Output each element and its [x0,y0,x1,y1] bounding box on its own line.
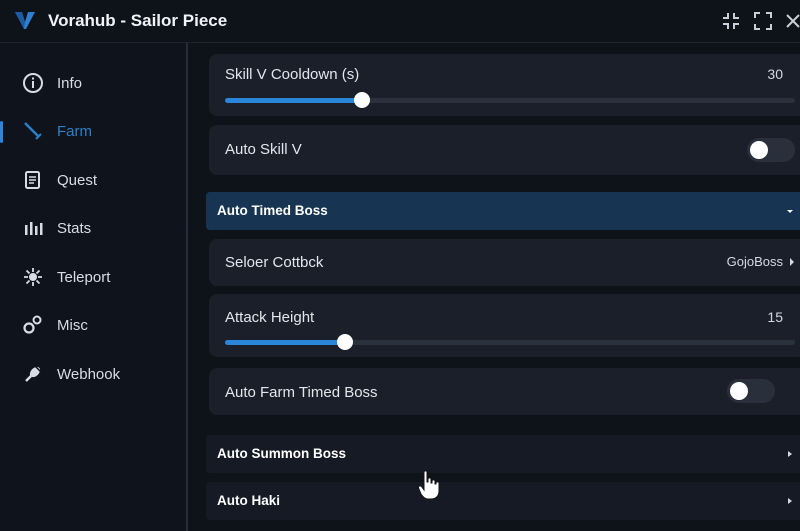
hand-cursor-icon [418,470,440,500]
gears-icon [23,315,42,334]
link-icon [25,365,42,382]
slider-fill [225,340,345,345]
slider-fill [225,98,362,103]
section-auto-timed-boss[interactable]: Auto Timed Boss [206,192,800,230]
skill-v-cooldown-slider[interactable] [225,92,795,108]
sidebar-item-label: Teleport [57,269,111,286]
minimize-button[interactable] [720,10,742,32]
toggle-label: Auto Farm Timed Boss [225,384,378,401]
close-button[interactable] [784,10,800,32]
bars-icon [25,222,43,235]
scroll-icon [25,171,40,189]
sidebar-item-label: Misc [57,317,88,334]
attack-height-slider[interactable] [225,334,795,350]
skill-v-cooldown-slider-card: Skill V Cooldown (s) 30 [209,54,800,116]
section-auto-haki[interactable]: Auto Haki [206,482,800,520]
chevron-right-icon [788,498,792,504]
sidebar: Info Farm Quest Stats Teleport Misc Webh… [0,43,188,531]
section-auto-summon-boss[interactable]: Auto Summon Boss [206,435,800,473]
info-icon [23,73,43,93]
select-boss-dropdown[interactable]: Seloer Cottbck GojoBoss [209,239,800,286]
slider-value: 15 [767,309,783,325]
toggle-knob [750,141,768,159]
dropdown-label: Seloer Cottbck [225,254,324,271]
auto-skill-v-toggle[interactable] [747,138,795,162]
toggle-knob [730,382,748,400]
section-title: Auto Timed Boss [217,203,328,218]
sidebar-item-label: Farm [57,123,92,140]
vorahub-logo-icon [15,12,35,29]
chevron-down-icon [787,210,793,213]
sidebar-item-info[interactable]: Info [0,65,186,101]
settings-panel: Skill V Cooldown (s) 30 Auto Skill V Aut… [188,43,800,531]
dropdown-selected-value: GojoBoss [726,254,783,269]
title-bar: Vorahub - Sailor Piece [0,0,800,43]
active-indicator [0,121,3,143]
sidebar-item-label: Quest [57,172,98,189]
slider-knob[interactable] [353,92,370,108]
sidebar-item-label: Stats [57,220,92,237]
maximize-button[interactable] [752,10,774,32]
slider-label: Skill V Cooldown (s) [225,66,360,83]
auto-skill-v-toggle-card: Auto Skill V [209,125,800,175]
expand-icon [754,12,772,30]
sidebar-item-quest[interactable]: Quest [0,162,186,198]
attack-height-slider-card: Attack Height 15 [209,294,800,357]
section-title: Auto Haki [217,493,281,508]
slider-knob[interactable] [336,334,353,350]
sidebar-item-stats[interactable]: Stats [0,210,186,246]
sidebar-item-misc[interactable]: Misc [0,307,186,343]
auto-farm-timed-boss-toggle-card: Auto Farm Timed Boss [209,368,800,415]
auto-farm-timed-boss-toggle[interactable] [727,379,775,403]
window-title: Vorahub - Sailor Piece [48,11,228,30]
section-title: Auto Summon Boss [217,446,347,461]
sidebar-item-label: Info [57,75,83,92]
sidebar-item-label: Webhook [57,366,121,383]
sword-icon [24,122,42,140]
chevron-right-icon [790,258,794,266]
teleport-icon [24,268,42,286]
sidebar-item-teleport[interactable]: Teleport [0,259,186,295]
close-icon [786,14,800,28]
toggle-label: Auto Skill V [225,141,302,158]
slider-value: 30 [767,66,783,82]
app-window: Vorahub - Sailor Piece Info Farm Quest S… [0,0,800,531]
sidebar-item-webhook[interactable]: Webhook [0,356,186,392]
sidebar-item-farm[interactable]: Farm [0,113,186,149]
collapse-icon [723,13,739,29]
chevron-right-icon [788,451,792,457]
slider-label: Attack Height [225,309,315,326]
